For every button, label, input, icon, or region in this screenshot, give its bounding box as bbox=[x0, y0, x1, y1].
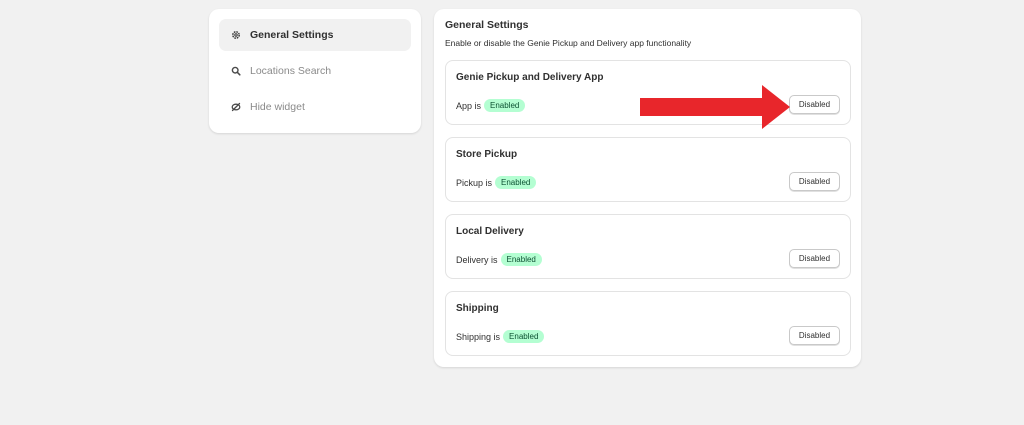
status-label: Pickup is bbox=[456, 177, 493, 188]
disable-pickup-button[interactable]: Disabled bbox=[789, 172, 840, 191]
card-status: Delivery is Enabled bbox=[456, 253, 542, 266]
status-label: Shipping is bbox=[456, 331, 501, 342]
local-delivery-card: Local Delivery Delivery is Enabled Disab… bbox=[445, 214, 851, 279]
card-status: Shipping is Enabled bbox=[456, 330, 545, 343]
sidebar-item-label: Hide widget bbox=[250, 101, 305, 113]
status-badge: Enabled bbox=[484, 99, 526, 112]
sidebar-item-general-settings[interactable]: General Settings bbox=[219, 19, 411, 51]
card-title: Shipping bbox=[456, 303, 499, 314]
card-status: Pickup is Enabled bbox=[456, 176, 537, 189]
shipping-card: Shipping Shipping is Enabled Disabled bbox=[445, 291, 851, 356]
hide-icon bbox=[231, 102, 241, 112]
card-title: Local Delivery bbox=[456, 226, 524, 237]
settings-sidebar: General Settings Locations Search Hide w… bbox=[209, 9, 421, 133]
page-title: General Settings bbox=[445, 19, 529, 31]
status-label: App is bbox=[456, 100, 482, 111]
card-status: App is Enabled bbox=[456, 99, 526, 112]
sidebar-item-label: Locations Search bbox=[250, 65, 332, 77]
status-badge: Enabled bbox=[495, 176, 537, 189]
store-pickup-card: Store Pickup Pickup is Enabled Disabled bbox=[445, 137, 851, 202]
general-settings-panel: General Settings Enable or disable the G… bbox=[434, 9, 861, 367]
annotation-arrow-icon bbox=[640, 85, 790, 129]
search-icon bbox=[231, 66, 241, 76]
disable-delivery-button[interactable]: Disabled bbox=[789, 249, 840, 268]
page-subtitle: Enable or disable the Genie Pickup and D… bbox=[445, 38, 692, 48]
sidebar-item-locations-search[interactable]: Locations Search bbox=[219, 55, 411, 87]
sidebar-item-hide-widget[interactable]: Hide widget bbox=[219, 91, 411, 123]
gear-icon bbox=[231, 30, 241, 40]
card-title: Genie Pickup and Delivery App bbox=[456, 72, 604, 83]
status-badge: Enabled bbox=[500, 253, 542, 266]
sidebar-item-label: General Settings bbox=[250, 29, 334, 41]
disable-shipping-button[interactable]: Disabled bbox=[789, 326, 840, 345]
status-label: Delivery is bbox=[456, 254, 498, 265]
disable-app-button[interactable]: Disabled bbox=[789, 95, 840, 114]
card-title: Store Pickup bbox=[456, 149, 518, 160]
status-badge: Enabled bbox=[503, 330, 545, 343]
